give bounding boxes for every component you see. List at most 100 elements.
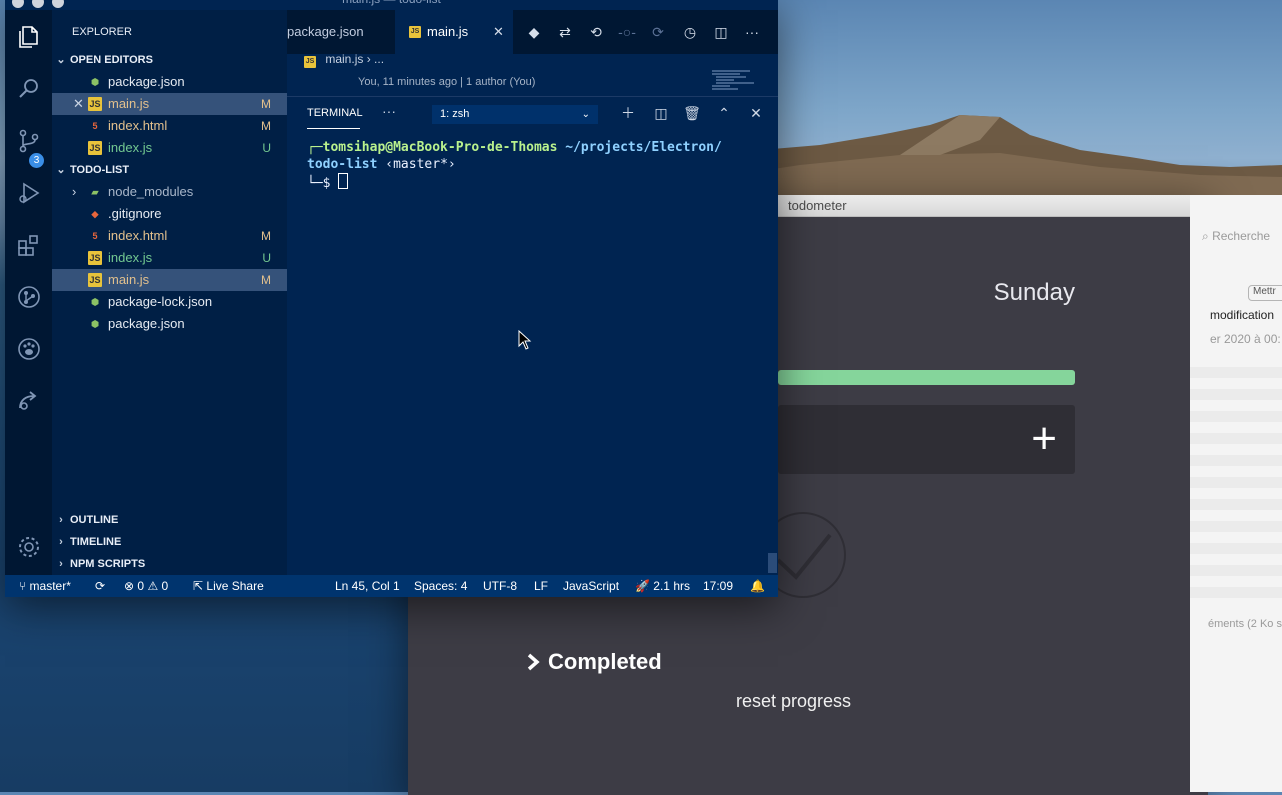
explorer-icon[interactable] [16, 24, 42, 50]
compare-changes-icon[interactable]: ⇄ [553, 20, 577, 44]
chevron-down-icon: ⌄ [56, 54, 66, 66]
extensions-icon[interactable] [16, 232, 42, 258]
completed-toggle[interactable]: Completed [526, 649, 662, 675]
open-editor-item[interactable]: ⬢ package.json [52, 71, 287, 93]
close-icon[interactable]: ✕ [73, 93, 84, 115]
reset-progress-button[interactable]: reset progress [736, 691, 851, 712]
panel-more-icon[interactable]: ··· [382, 103, 396, 119]
js-file-icon: JS [88, 251, 102, 265]
paw-icon[interactable] [16, 336, 42, 362]
json-file-icon: ⬢ [91, 297, 99, 307]
chevron-right-icon: › [366, 52, 375, 66]
file-tree-item[interactable]: ◆ .gitignore [52, 203, 287, 225]
chevron-down-icon: ⌄ [56, 164, 66, 176]
split-editor-icon[interactable]: ◫ [709, 20, 733, 44]
completed-label: Completed [548, 649, 662, 674]
json-file-icon: ⬢ [91, 77, 99, 87]
outline-header[interactable]: › OUTLINE [52, 509, 287, 531]
live-share-icon[interactable] [16, 388, 42, 414]
terminal-path-cont: todo-list [307, 156, 378, 172]
finder-column-header[interactable]: modification [1210, 308, 1274, 322]
json-file-icon: ⬢ [91, 319, 99, 329]
finder-window: ⌕ Recherche Mettr modification er 2020 à… [1190, 195, 1282, 792]
terminal-select[interactable]: 1: zsh ⌄ [432, 105, 598, 124]
js-file-icon: JS [304, 56, 316, 68]
open-editor-item[interactable]: ✕ JS main.js M [52, 93, 287, 115]
open-editor-item[interactable]: 5 index.html M [52, 115, 287, 137]
terminal-scrollbar[interactable] [768, 553, 777, 573]
chevron-right-icon: › [59, 558, 63, 570]
search-icon[interactable] [16, 76, 42, 102]
eol-status[interactable]: LF [534, 575, 548, 597]
close-tab-icon[interactable]: ✕ [493, 10, 504, 54]
finder-button[interactable]: Mettr [1248, 285, 1282, 301]
notification-bell-icon[interactable]: 🔔 [750, 575, 765, 597]
new-todo-input[interactable]: + [778, 405, 1075, 474]
time-tracker-status[interactable]: 🚀 2.1 hrs [635, 575, 690, 597]
open-editor-item[interactable]: JS index.js U [52, 137, 287, 159]
minimap[interactable] [710, 68, 768, 93]
run-debug-icon[interactable] [16, 180, 42, 206]
timeline-icon[interactable]: ◷ [678, 20, 702, 44]
warning-icon: ⚠ [147, 579, 159, 593]
open-editors-header[interactable]: ⌄ OPEN EDITORS [52, 49, 287, 71]
close-panel-icon[interactable]: ✕ [746, 103, 766, 123]
file-tree-item[interactable]: JS main.js M [52, 269, 287, 291]
mouse-pointer-icon [518, 330, 532, 350]
file-tree-item[interactable]: › ▰ node_modules [52, 181, 287, 203]
project-header[interactable]: ⌄ TODO-LIST [52, 159, 287, 181]
tab-terminal[interactable]: TERMINAL [307, 107, 363, 119]
split-terminal-icon[interactable]: ◫ [651, 103, 671, 123]
terminal-output[interactable]: ┌─tomsihap@MacBook-Pro-de-Thomas ~/proje… [307, 140, 722, 193]
finder-search-input[interactable]: ⌕ Recherche [1202, 229, 1270, 244]
chevron-right-icon: › [59, 514, 63, 526]
cursor-position[interactable]: Ln 45, Col 1 [335, 575, 400, 597]
maximize-panel-icon[interactable]: ⌃ [714, 103, 734, 123]
git-file-icon: ◆ [91, 209, 99, 219]
npm-scripts-header[interactable]: › NPM SCRIPTS [52, 553, 287, 575]
file-tree-item[interactable]: ⬢ package.json [52, 313, 287, 335]
file-tree-item[interactable]: 5 index.html M [52, 225, 287, 247]
tab-main-js[interactable]: JS main.js ✕ [395, 10, 513, 54]
rocket-icon: 🚀 [635, 579, 650, 593]
terminal-branch: ‹master*› [385, 156, 456, 172]
trash-icon[interactable]: 🗑 [682, 103, 702, 123]
day-label: Sunday [993, 279, 1075, 306]
progress-bar [778, 370, 1075, 385]
language-status[interactable]: JavaScript [563, 575, 619, 597]
clock-status: 17:09 [703, 579, 734, 593]
plus-icon[interactable]: + [1031, 417, 1057, 461]
commit-node-icon[interactable]: -○- [615, 20, 639, 44]
live-share-status[interactable]: ⇱ Live Share [193, 575, 264, 597]
file-tree-item[interactable]: ⬢ package-lock.json [52, 291, 287, 313]
html-file-icon: 5 [92, 121, 98, 131]
next-change-icon[interactable]: ⟳ [646, 20, 670, 44]
tab-package-json[interactable]: package.json [287, 10, 395, 54]
breadcrumb-more[interactable]: ... [374, 52, 384, 66]
error-icon: ⊗ [124, 579, 135, 593]
terminal-user-host: ┌─tomsihap@MacBook-Pro-de-Thomas [307, 140, 558, 155]
breadcrumb-file[interactable]: main.js [325, 52, 363, 66]
finder-date-cell: er 2020 à 00: [1210, 332, 1281, 346]
source-control-icon[interactable] [16, 128, 42, 154]
terminal-panel: TERMINAL ··· 1: zsh ⌄ ＋ ◫ 🗑 ⌃ ✕ ┌─tomsih… [287, 96, 778, 576]
encoding-status[interactable]: UTF-8 [483, 575, 517, 597]
indentation-status[interactable]: Spaces: 4 [414, 575, 467, 597]
more-actions-icon[interactable]: ··· [740, 20, 764, 44]
search-icon: ⌕ [1202, 229, 1209, 243]
settings-gear-icon[interactable] [16, 534, 42, 560]
git-graph-icon[interactable] [16, 284, 42, 310]
git-commit-icon[interactable]: ◆ [522, 20, 546, 44]
file-tree-item[interactable]: JS index.js U [52, 247, 287, 269]
new-terminal-icon[interactable]: ＋ [618, 103, 638, 123]
problems-status[interactable]: ⊗ 0 ⚠ 0 [124, 575, 168, 597]
folder-icon: ▰ [91, 187, 99, 197]
js-file-icon: JS [409, 26, 421, 38]
timeline-header[interactable]: › TIMELINE [52, 531, 287, 553]
branch-status[interactable]: ⑂ master* [19, 575, 71, 597]
previous-change-icon[interactable]: ⟲ [584, 20, 608, 44]
explorer-sidebar: EXPLORER ⌄ OPEN EDITORS ⬢ package.json ✕ JS m… [52, 10, 287, 575]
sync-icon[interactable]: ⟳ [95, 575, 105, 597]
git-blame-annotation: You, 11 minutes ago | 1 author (You) [358, 76, 536, 88]
todometer-title: todometer [788, 198, 847, 213]
